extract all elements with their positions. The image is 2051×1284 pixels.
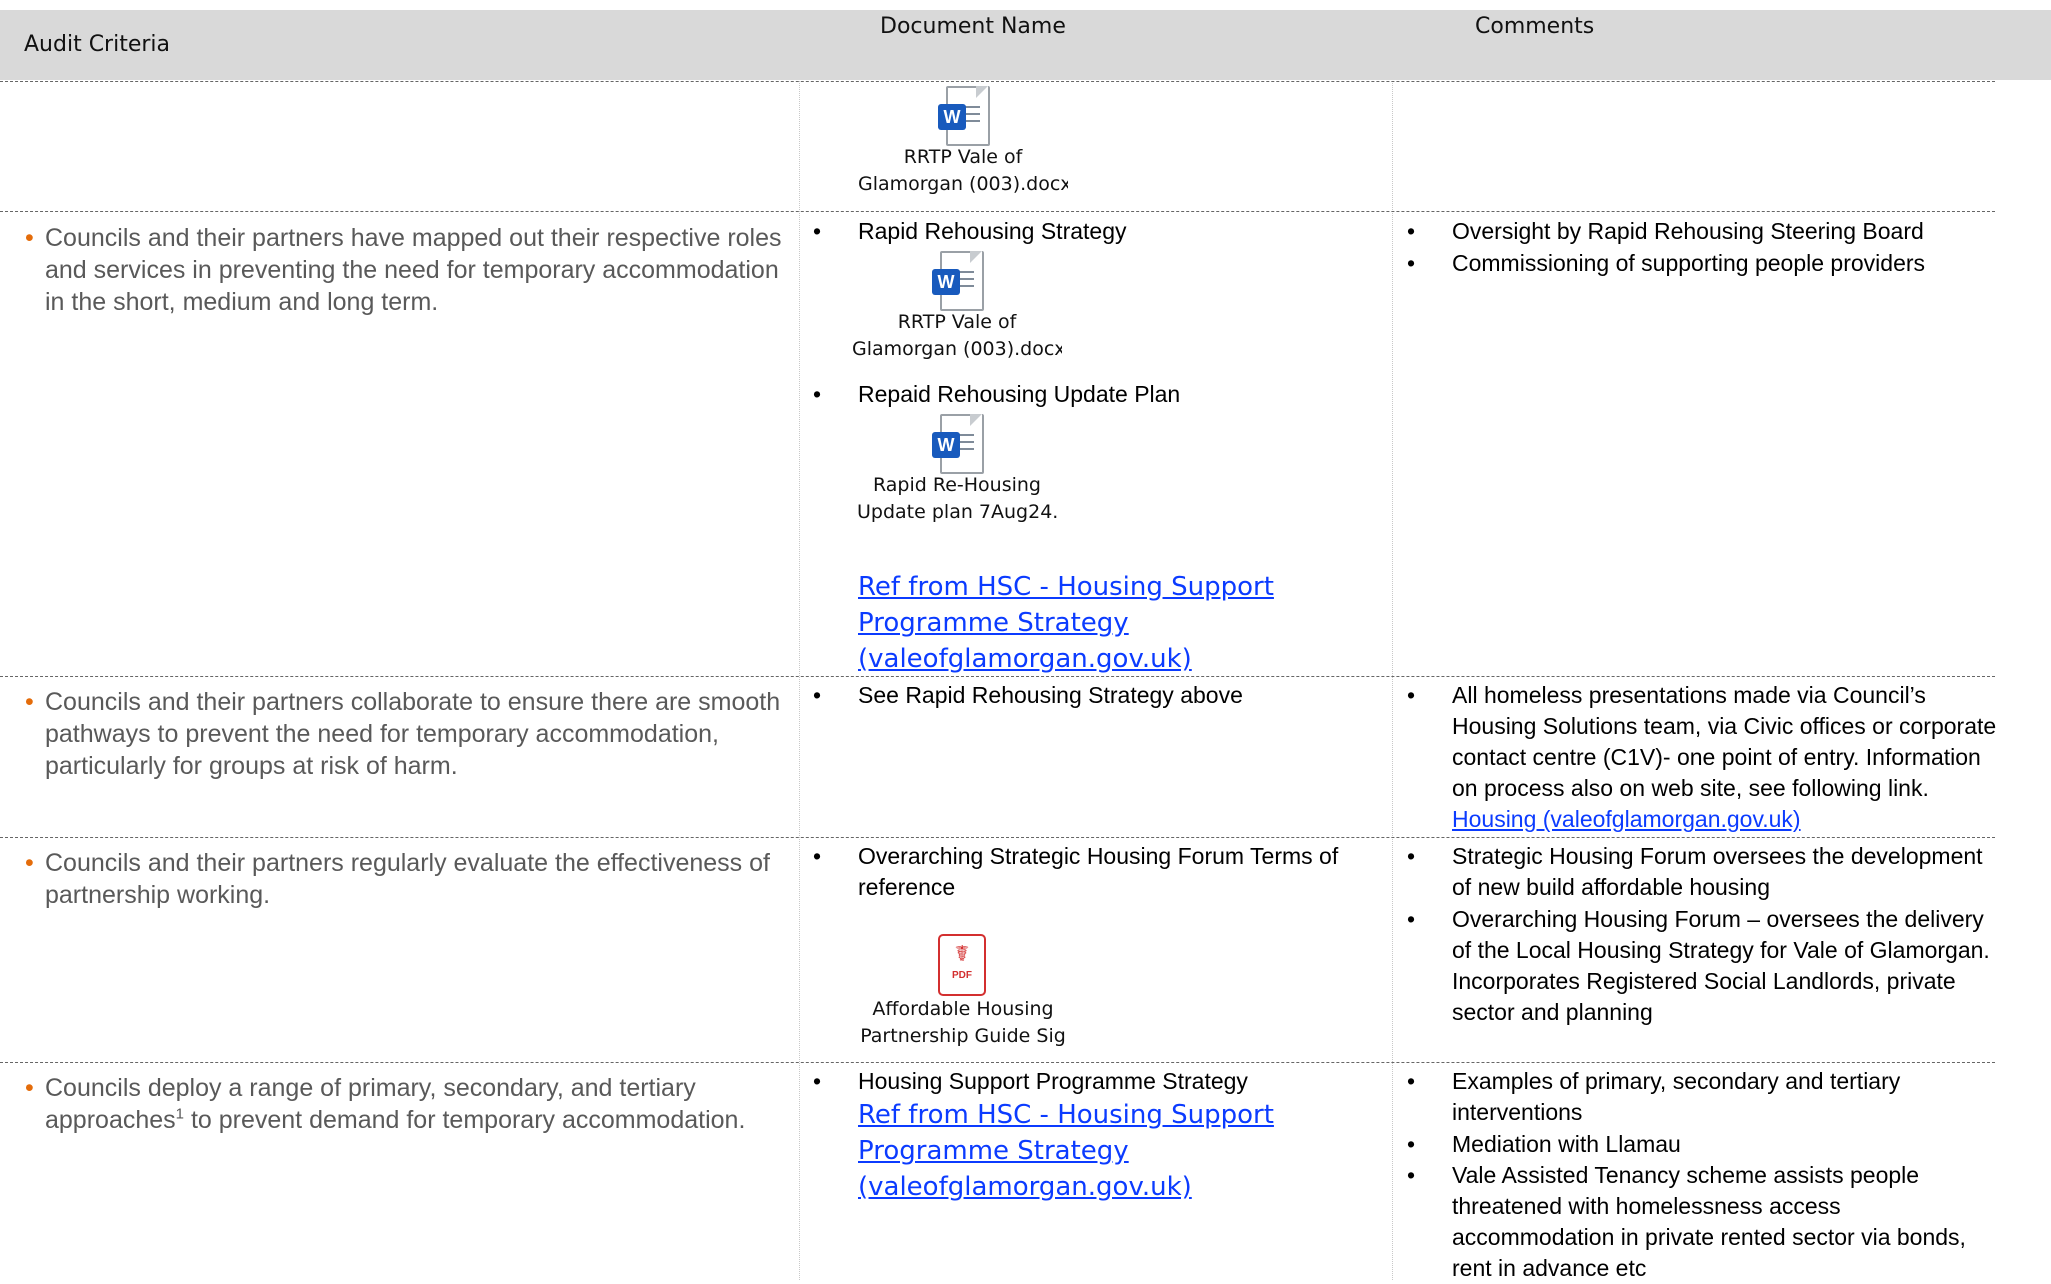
document-caption: RRTP Vale of [903,146,1023,168]
comment-item: • Examples of primary, secondary and ter… [1407,1066,1997,1128]
comment-text: Vale Assisted Tenancy scheme assists peo… [1452,1162,1966,1281]
word-document-icon: W [932,414,984,474]
list-bullet: • [813,218,822,244]
comment-text: Strategic Housing Forum oversees the dev… [1452,843,1983,900]
housing-support-strategy-link[interactable]: Ref from HSC - Housing Support Programme… [858,569,1274,677]
criterion-bullet: • [25,849,34,877]
list-bullet: • [813,682,822,708]
comment-text: Mediation with Llamau [1452,1131,1681,1157]
document-name: See Rapid Rehousing Strategy above [858,682,1243,708]
list-bullet: • [1407,1068,1416,1094]
comment-item: • All homeless presentations made via Co… [1407,680,1997,835]
embedded-pdf-document[interactable]: ☤ PDF Affordable Housing Partnership Gui… [848,934,1078,1050]
comment-item: • Commissioning of supporting people pro… [1407,248,1997,279]
audit-criterion: • Councils and their partners collaborat… [25,686,785,782]
list-bullet: • [1407,1131,1416,1157]
audit-criterion: • Councils and their partners regularly … [25,847,785,911]
footnote-marker[interactable]: 1 [176,1106,184,1123]
list-bullet: • [813,381,822,407]
column-divider [1392,81,1393,1280]
row-divider [0,837,1995,838]
list-bullet: • [1407,250,1416,276]
comment-item: • Vale Assisted Tenancy scheme assists p… [1407,1160,1997,1284]
comment-item: • Overarching Housing Forum – oversees t… [1407,904,1997,1028]
list-bullet: • [1407,1162,1416,1188]
criterion-text: Councils and their partners have mapped … [45,224,782,316]
criterion-text: Councils and their partners collaborate … [45,688,781,780]
housing-link[interactable]: Housing (valeofglamorgan.gov.uk) [1452,806,1801,832]
header-audit-criteria: Audit Criteria [24,32,171,57]
header-comments: Comments [1475,14,1595,39]
list-bullet: • [1407,906,1416,932]
document-caption: Glamorgan (003).docx [852,338,1062,360]
list-bullet: • [1407,218,1416,244]
header-document-name: Document Name [880,14,1066,39]
comment-text: Oversight by Rapid Rehousing Steering Bo… [1452,218,1924,244]
document-caption: Rapid Re-Housing [873,474,1041,496]
list-bullet: • [1407,843,1416,869]
document-item: • Repaid Rehousing Update Plan [813,379,1181,410]
list-bullet: • [1407,682,1416,708]
criterion-bullet: • [25,688,34,716]
comment-text: Commissioning of supporting people provi… [1452,250,1926,276]
document-caption: Partnership Guide Sig [860,1025,1066,1047]
criterion-bullet: • [25,224,34,252]
embedded-word-document[interactable]: W RRTP Vale of Glamorgan (003).docx [842,251,1072,363]
document-item: • Rapid Rehousing Strategy [813,216,1127,247]
document-name: Housing Support Programme Strategy [858,1068,1248,1094]
comment-item: • Mediation with Llamau [1407,1129,1997,1160]
link-text: Ref from HSC - Housing Support [858,572,1274,602]
document-caption: Affordable Housing [872,998,1054,1020]
document-caption: Glamorgan (003).docx [858,173,1068,195]
embedded-word-document[interactable]: W Rapid Re-Housing Update plan 7Aug24.do… [842,414,1072,526]
document-name: Overarching Strategic Housing Forum Term… [858,843,1339,900]
row-divider [0,211,1995,212]
comment-item: • Oversight by Rapid Rehousing Steering … [1407,216,1997,247]
row-divider [0,1062,1995,1063]
link-text: (valeofglamorgan.gov.uk) [858,1172,1192,1202]
document-item: • See Rapid Rehousing Strategy above [813,680,1243,711]
list-bullet: • [813,1068,822,1094]
link-text: Ref from HSC - Housing Support [858,1100,1274,1130]
word-document-icon: W [938,86,990,146]
document-name: Repaid Rehousing Update Plan [858,381,1181,407]
column-divider [799,81,800,1280]
word-document-icon: W [932,251,984,311]
audit-criterion: • Councils and their partners have mappe… [25,222,785,318]
comment-item: • Strategic Housing Forum oversees the d… [1407,841,1997,903]
criterion-text: to prevent demand for temporary accommod… [184,1106,746,1134]
link-text: Programme Strategy [858,1136,1129,1166]
audit-criterion: • Councils deploy a range of primary, se… [25,1072,785,1136]
document-caption: RRTP Vale of [897,311,1017,333]
link-text: Programme Strategy [858,608,1129,638]
list-bullet: • [813,843,822,869]
comment-text: All homeless presentations made via Coun… [1452,682,1997,801]
criterion-text: Councils and their partners regularly ev… [45,849,770,909]
pdf-label: PDF [952,970,972,981]
document-caption: Update plan 7Aug24.docx [857,501,1057,523]
comment-text: Overarching Housing Forum – oversees the… [1452,906,1990,1025]
document-name: Rapid Rehousing Strategy [858,218,1127,244]
housing-support-strategy-link[interactable]: Ref from HSC - Housing Support Programme… [858,1097,1274,1205]
row-divider [0,81,1995,82]
document-item: • Housing Support Programme Strategy [813,1066,1248,1097]
link-text: (valeofglamorgan.gov.uk) [858,644,1192,674]
pdf-document-icon: ☤ PDF [938,934,988,996]
document-item: • Overarching Strategic Housing Forum Te… [813,841,1358,903]
table-header: Audit Criteria Document Name Comments [0,10,2051,80]
embedded-word-document[interactable]: W RRTP Vale of Glamorgan (003).docx [848,86,1078,198]
comment-text: Examples of primary, secondary and terti… [1452,1068,1901,1125]
criterion-bullet: • [25,1074,34,1102]
